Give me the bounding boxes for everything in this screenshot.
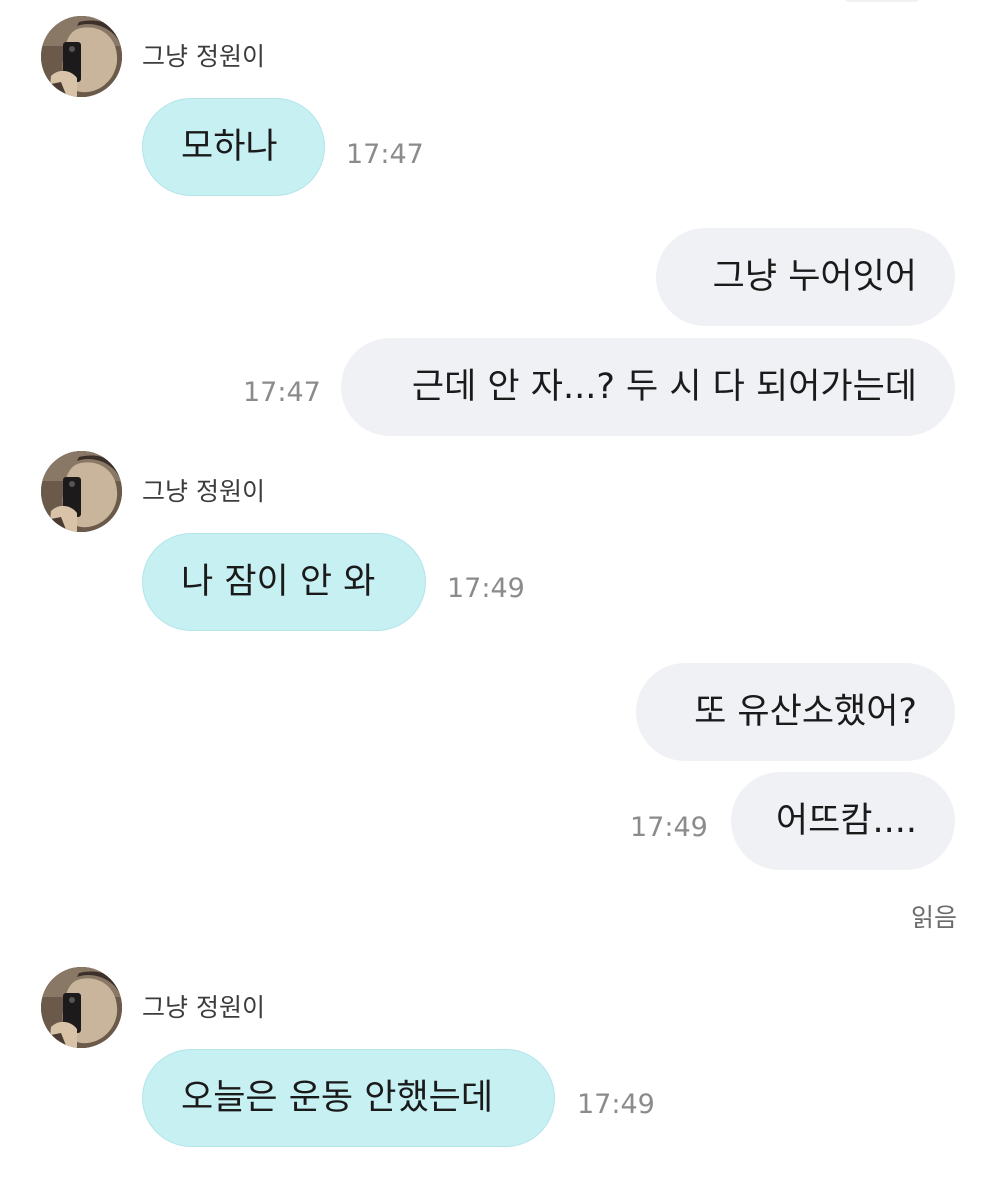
chat-screen: 그냥 정원이 모하나 17:47 그냥 누어잇어 근데 안 자...? 두 시 …: [0, 0, 999, 1200]
message-timestamp: 17:49: [577, 1089, 655, 1120]
message-bubble-outgoing[interactable]: 어뜨캄....: [731, 772, 955, 870]
message-text: 어뜨캄....: [775, 800, 917, 841]
profile-photo-icon: [41, 16, 122, 97]
message-timestamp: 17:47: [346, 139, 424, 170]
message-text: 오늘은 운동 안했는데: [181, 1077, 494, 1118]
message-bubble-incoming[interactable]: 나 잠이 안 와: [142, 533, 426, 631]
profile-photo-icon: [41, 451, 122, 532]
previous-message-bubble: [842, 0, 922, 2]
message-bubble-outgoing[interactable]: 근데 안 자...? 두 시 다 되어가는데: [341, 338, 955, 436]
message-text: 그냥 누어잇어: [712, 256, 917, 297]
message-bubble-incoming[interactable]: 오늘은 운동 안했는데: [142, 1049, 555, 1147]
message-text: 나 잠이 안 와: [181, 561, 376, 602]
sender-name: 그냥 정원이: [142, 42, 265, 71]
message-text: 모하나: [181, 126, 278, 167]
sender-name: 그냥 정원이: [142, 477, 265, 506]
message-bubble-incoming[interactable]: 모하나: [142, 98, 325, 196]
message-timestamp: 17:47: [243, 377, 321, 408]
message-text: 또 유산소했어?: [694, 691, 917, 732]
profile-photo-icon: [41, 967, 122, 1048]
message-bubble-outgoing[interactable]: 또 유산소했어?: [636, 663, 955, 761]
contact-avatar[interactable]: [41, 16, 122, 97]
sender-name: 그냥 정원이: [142, 993, 265, 1022]
contact-avatar[interactable]: [41, 967, 122, 1048]
read-receipt: 읽음: [910, 903, 957, 932]
contact-avatar[interactable]: [41, 451, 122, 532]
message-timestamp: 17:49: [630, 812, 708, 843]
message-text: 근데 안 자...? 두 시 다 되어가는데: [411, 366, 917, 407]
message-bubble-outgoing[interactable]: 그냥 누어잇어: [656, 228, 955, 326]
message-timestamp: 17:49: [447, 573, 525, 604]
